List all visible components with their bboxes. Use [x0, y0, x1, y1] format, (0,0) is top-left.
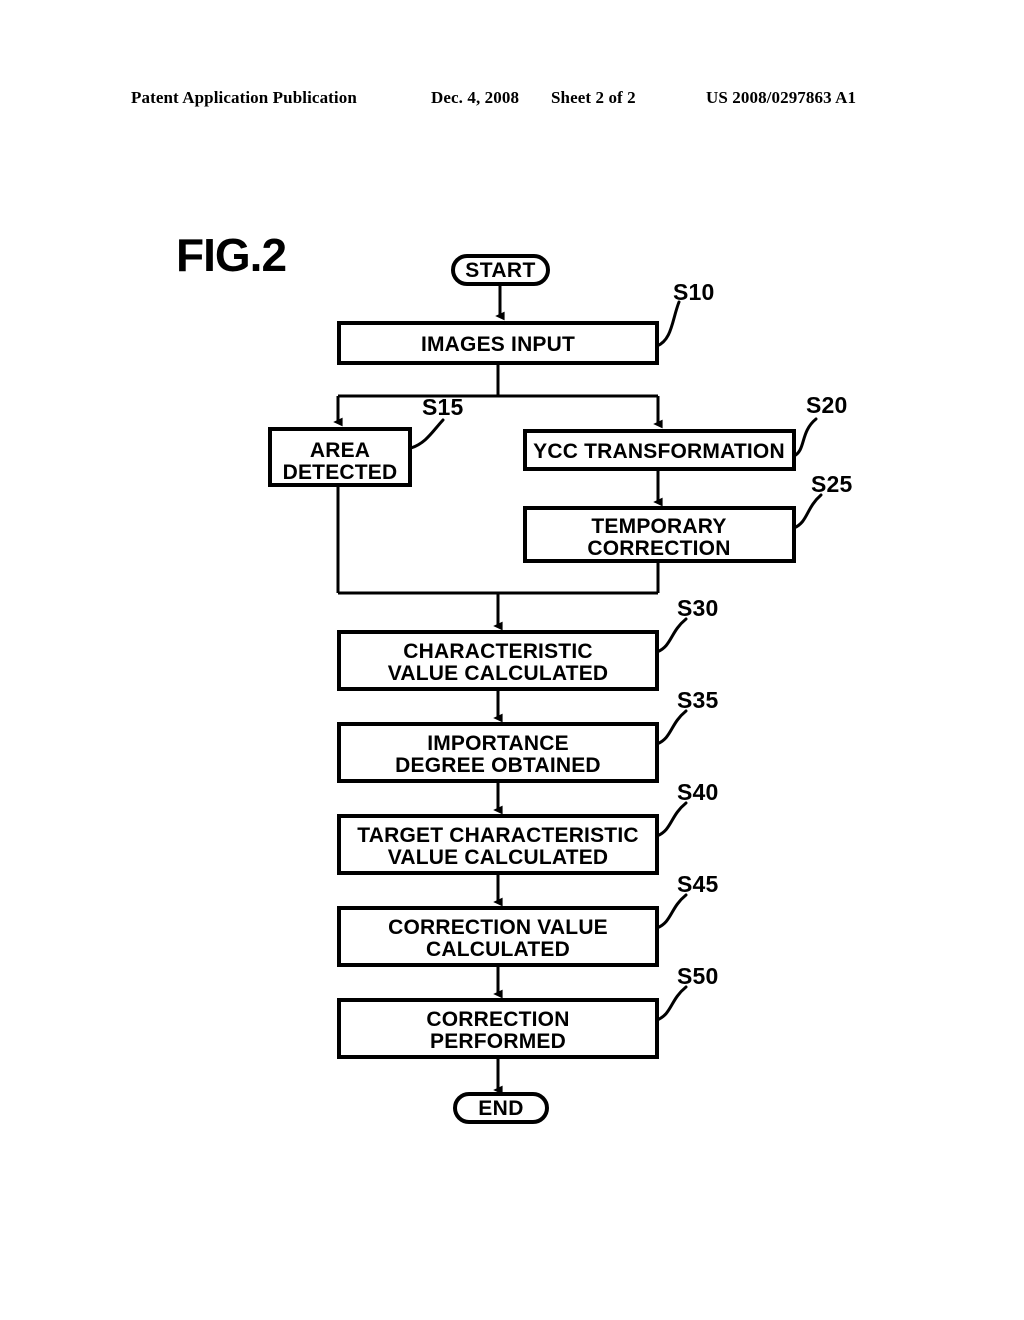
importance-degree-label-line1: IMPORTANCE	[427, 732, 569, 755]
characteristic-value-label-line1: CHARACTERISTIC	[403, 640, 592, 663]
importance-degree-label-line2: DEGREE OBTAINED	[395, 754, 601, 777]
leader-line-s15	[409, 418, 445, 450]
start-label: START	[465, 259, 535, 282]
step-label-s30: S30	[677, 595, 719, 621]
step-marker-s30: S30	[655, 595, 719, 654]
correction-value-label-line2: CALCULATED	[426, 938, 570, 961]
area-detected-label-line1: AREA	[310, 439, 370, 462]
node-characteristic-value: CHARACTERISTIC VALUE CALCULATED	[337, 630, 659, 691]
step-label-s45: S45	[677, 871, 719, 897]
leader-line-s25	[792, 493, 823, 530]
area-detected-label-line2: DETECTED	[283, 461, 398, 484]
node-correction-value: CORRECTION VALUE CALCULATED	[337, 906, 659, 967]
node-area-detected: AREA DETECTED	[268, 427, 412, 487]
step-marker-s50: S50	[655, 963, 719, 1022]
correction-value-label-line1: CORRECTION VALUE	[388, 916, 608, 939]
patent-page: Patent Application Publication Dec. 4, 2…	[0, 0, 1024, 1320]
flowchart-figure-2: START IMAGES INPUT S10 AREA DETECTED S15…	[268, 254, 853, 1124]
step-label-s25: S25	[811, 471, 853, 497]
step-marker-s40: S40	[655, 779, 719, 838]
ycc-transformation-label: YCC TRANSFORMATION	[533, 440, 785, 463]
leader-line-s50	[655, 985, 688, 1022]
leader-line-s30	[655, 617, 688, 654]
leader-line-s10	[655, 300, 681, 348]
node-target-characteristic-value: TARGET CHARACTERISTIC VALUE CALCULATED	[337, 814, 659, 875]
characteristic-value-label-line2: VALUE CALCULATED	[388, 662, 609, 685]
step-label-s35: S35	[677, 687, 719, 713]
step-label-s50: S50	[677, 963, 719, 989]
temporary-correction-label-line2: CORRECTION	[587, 537, 730, 560]
step-marker-s45: S45	[655, 871, 719, 930]
node-importance-degree: IMPORTANCE DEGREE OBTAINED	[337, 722, 659, 783]
leader-line-s45	[655, 893, 688, 930]
correction-performed-label-line1: CORRECTION	[426, 1008, 569, 1031]
node-ycc-transformation: YCC TRANSFORMATION	[523, 429, 796, 471]
leader-line-s40	[655, 801, 688, 838]
step-marker-s35: S35	[655, 687, 719, 746]
node-correction-performed: CORRECTION PERFORMED	[337, 998, 659, 1059]
node-start: START	[451, 254, 550, 286]
step-label-s10: S10	[673, 279, 715, 305]
step-label-s40: S40	[677, 779, 719, 805]
correction-performed-label-line2: PERFORMED	[430, 1030, 566, 1053]
step-marker-s20: S20	[792, 392, 848, 458]
leader-line-s35	[655, 709, 688, 746]
leader-line-s20	[792, 417, 818, 458]
node-temporary-correction: TEMPORARY CORRECTION	[523, 506, 796, 563]
step-label-s20: S20	[806, 392, 848, 418]
end-label: END	[478, 1097, 524, 1120]
step-label-s15: S15	[422, 394, 464, 420]
images-input-label: IMAGES INPUT	[421, 333, 575, 356]
target-characteristic-value-label-line2: VALUE CALCULATED	[388, 846, 609, 869]
target-characteristic-value-label-line1: TARGET CHARACTERISTIC	[357, 824, 638, 847]
step-marker-s25: S25	[792, 471, 853, 530]
node-images-input: IMAGES INPUT	[337, 321, 659, 365]
step-marker-s10: S10	[655, 279, 715, 348]
step-marker-s15: S15	[409, 394, 464, 450]
node-end: END	[453, 1092, 549, 1124]
temporary-correction-label-line1: TEMPORARY	[591, 515, 726, 538]
